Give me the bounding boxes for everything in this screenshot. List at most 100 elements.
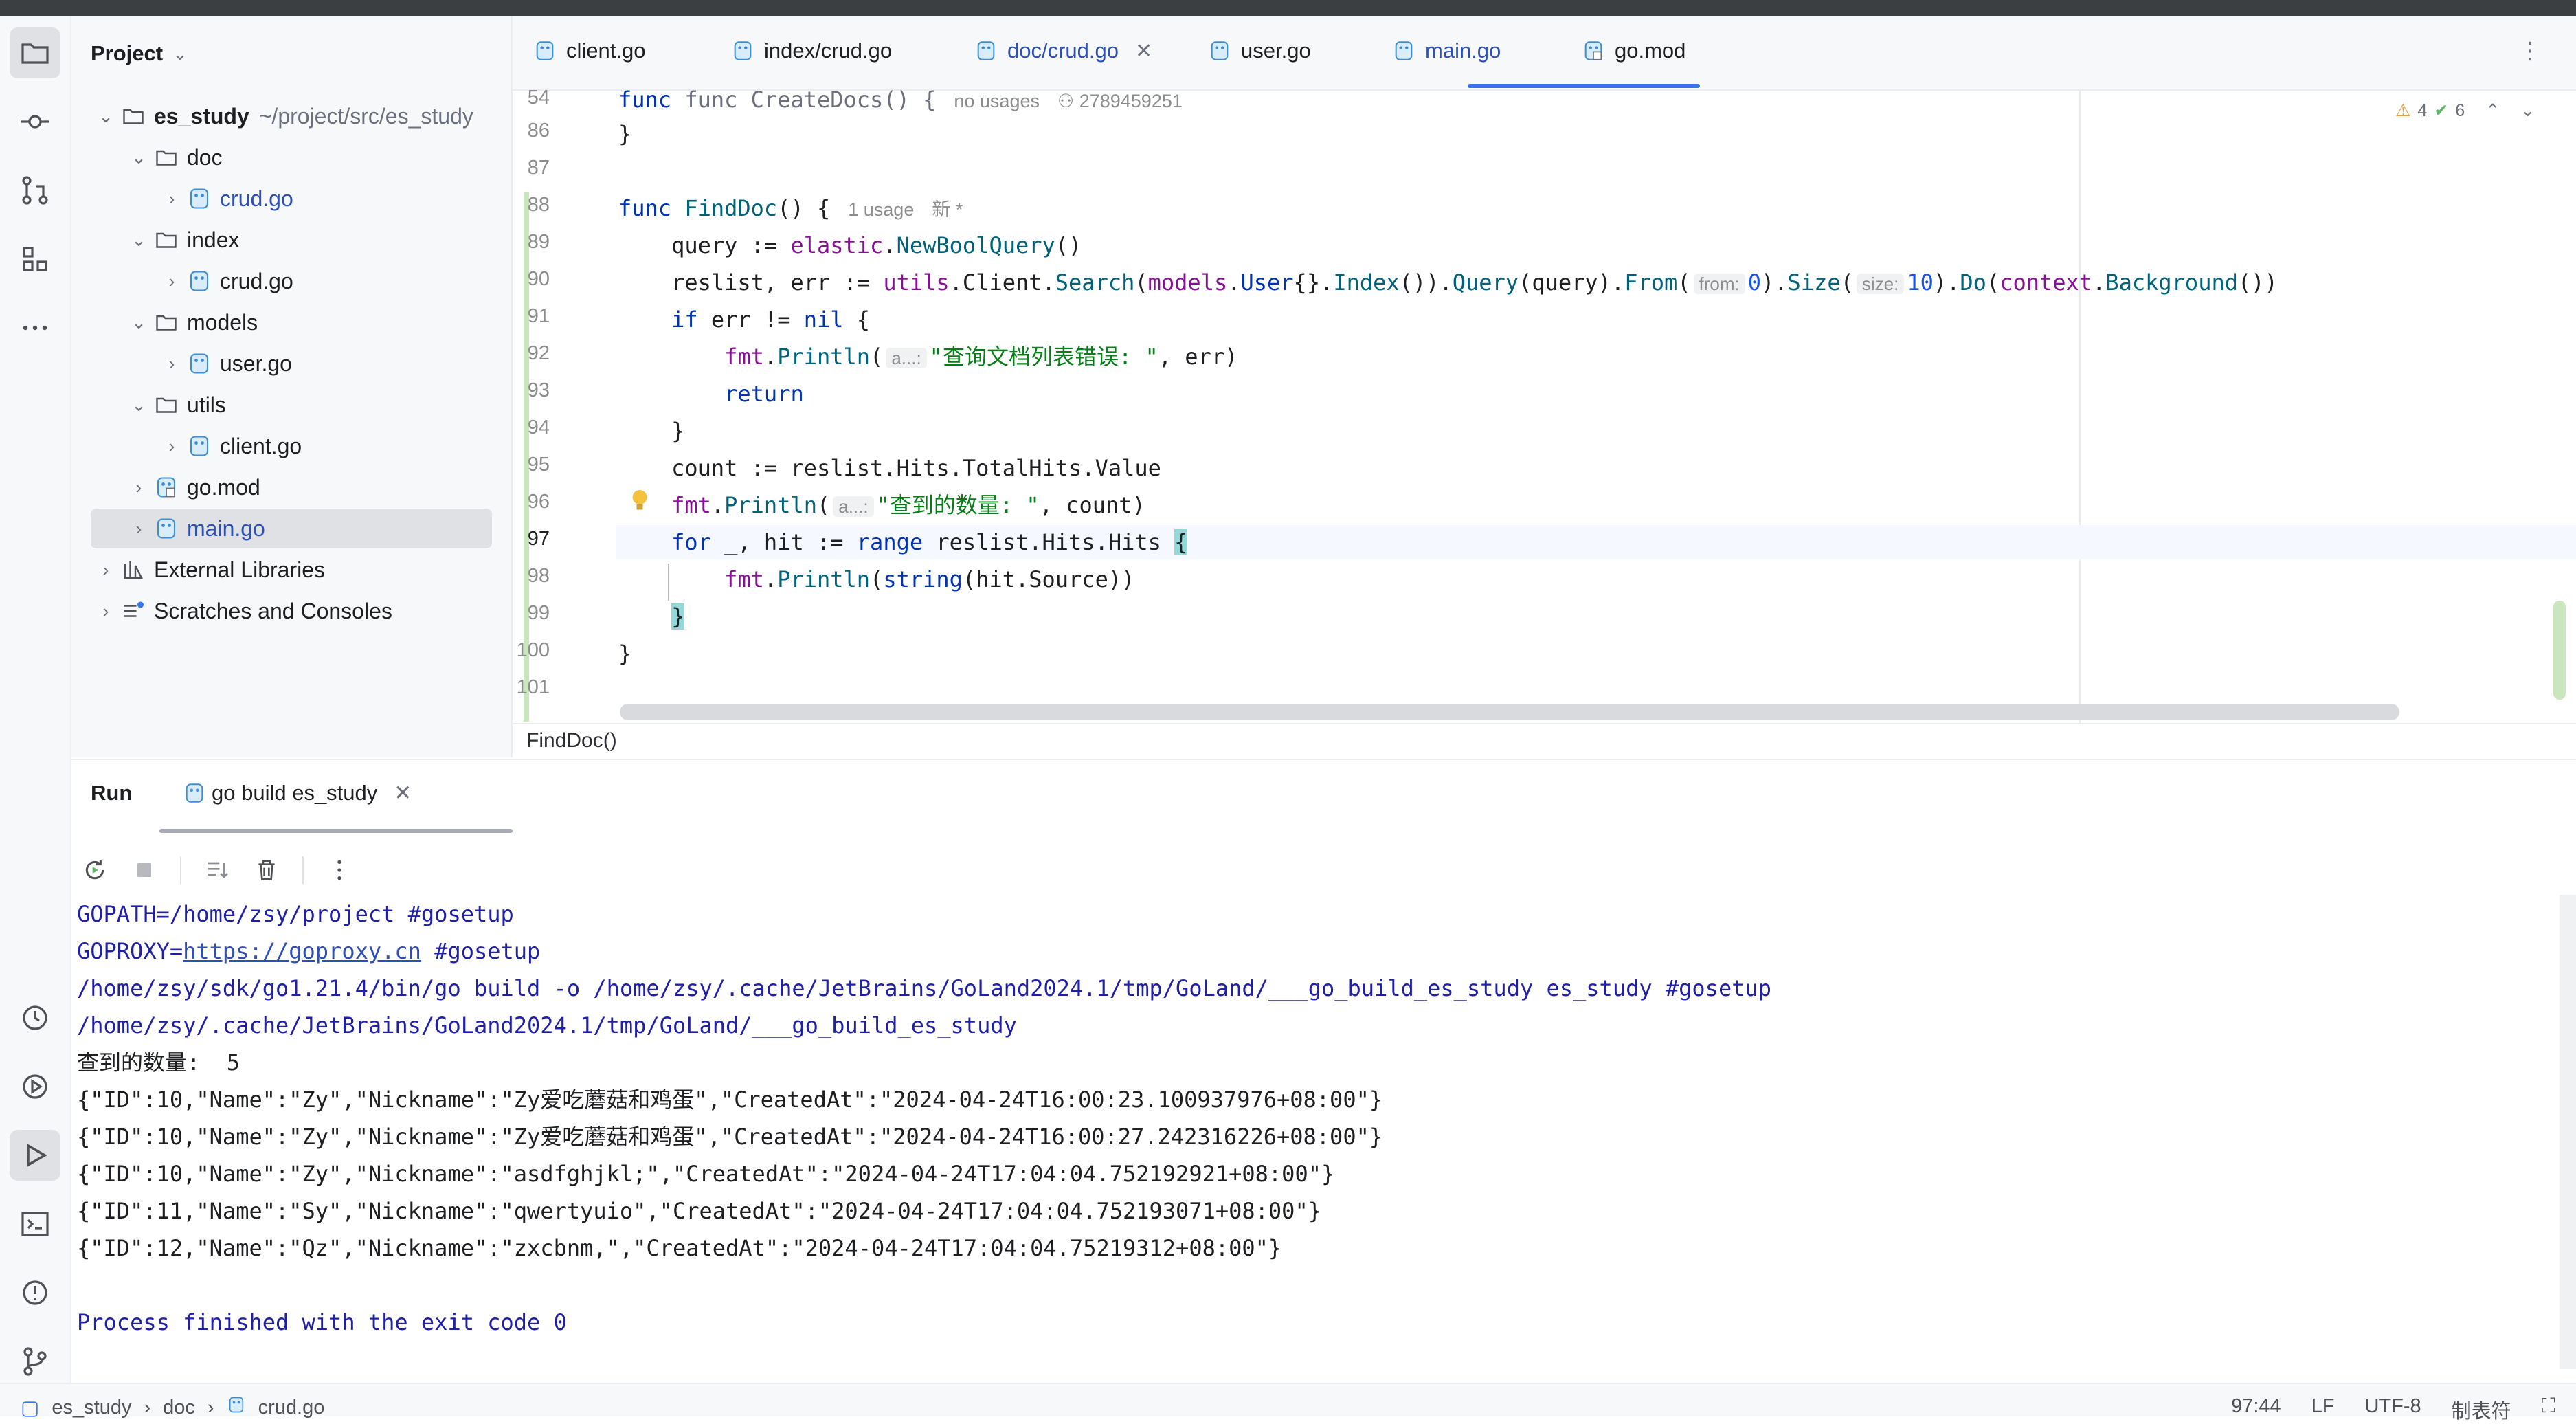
- chevron-down-icon[interactable]: ⌄: [2520, 100, 2535, 121]
- scroll-to-end-icon[interactable]: [203, 856, 231, 884]
- tool-window-strip: [0, 16, 71, 1399]
- tree-item-go-mod[interactable]: › go.mod: [125, 467, 525, 507]
- go-file-icon: [977, 41, 995, 60]
- trash-icon[interactable]: [253, 856, 280, 884]
- line-number: 54: [527, 87, 550, 109]
- code-line-90: reslist, err := utils.Client.Search(mode…: [618, 269, 2278, 296]
- code-editor[interactable]: 54 86 87 88 89 90 91 92 93 94 95 96 97 9…: [513, 87, 2576, 723]
- go-mod-icon: [1584, 41, 1602, 60]
- chevron-up-icon[interactable]: ⌃: [2485, 100, 2500, 121]
- library-icon: [120, 556, 147, 583]
- run-tool-button[interactable]: [10, 1130, 60, 1181]
- more-vertical-icon[interactable]: ⋮: [2518, 37, 2542, 65]
- console-line: {"ID":12,"Name":"Qz","Nickname":"zxcbnm,…: [77, 1235, 1282, 1261]
- horizontal-scrollbar[interactable]: [620, 704, 2399, 720]
- project-tool-button[interactable]: [10, 27, 60, 78]
- git-tool-button[interactable]: [10, 1336, 60, 1387]
- code-line-99: }: [671, 603, 685, 630]
- status-crumb[interactable]: doc: [163, 1397, 195, 1419]
- project-panel: Project ⌄ ⌄ es_study ~/project/src/es_st…: [71, 16, 513, 757]
- sticky-line: func func CreateDocs() {no usages ⚇ 27894…: [618, 87, 1183, 113]
- line-number: 99: [527, 602, 550, 624]
- code-line-93: return: [724, 381, 804, 407]
- tree-item-scratches[interactable]: › Scratches and Consoles: [92, 591, 492, 631]
- go-file-icon: [153, 515, 180, 542]
- console-output[interactable]: GOPATH=/home/zsy/project #gosetup GOPROX…: [77, 896, 2564, 1377]
- pull-requests-tool-button[interactable]: [10, 165, 60, 216]
- tab-main-go[interactable]: main.go: [1392, 29, 1501, 73]
- inspection-widget[interactable]: ⚠ 4 ✔ 6 ⌃ ⌄: [2395, 100, 2535, 121]
- console-link[interactable]: https://goproxy.cn: [183, 938, 421, 964]
- terminal-tool-button[interactable]: [10, 1199, 60, 1249]
- tab-index-crud-go[interactable]: index/crud.go: [731, 29, 892, 73]
- console-scrollbar[interactable]: [2560, 895, 2576, 1369]
- warning-icon: ⚠: [2395, 101, 2411, 120]
- tree-item-index[interactable]: ⌄ index: [125, 220, 525, 260]
- code-breadcrumb[interactable]: FindDoc(): [513, 723, 2576, 757]
- line-number: 92: [527, 342, 550, 364]
- vertical-scrollbar[interactable]: [2553, 601, 2566, 700]
- file-encoding[interactable]: UTF-8: [2365, 1395, 2421, 1424]
- tree-item-main-go[interactable]: › main.go: [91, 509, 492, 548]
- tab-go-mod[interactable]: go.mod: [1582, 29, 1685, 73]
- more-tools-button[interactable]: [10, 302, 60, 353]
- caret-position[interactable]: 97:44: [2231, 1395, 2281, 1424]
- chevron-right-icon: ›: [102, 559, 109, 580]
- line-number: 95: [527, 454, 550, 476]
- tree-item-doc-crud-go[interactable]: › crud.go: [158, 179, 558, 219]
- debug-tool-button[interactable]: [10, 1061, 60, 1112]
- toolbar-separator: [180, 856, 181, 884]
- rerun-icon[interactable]: [81, 856, 109, 884]
- commit-icon: [21, 115, 49, 129]
- debug-icon: [23, 1074, 47, 1099]
- status-crumb[interactable]: es_study: [52, 1397, 131, 1419]
- console-text: GOPROXY=: [77, 938, 183, 964]
- line-number: 88: [527, 194, 550, 216]
- breadcrumb-function[interactable]: FindDoc(): [526, 729, 617, 753]
- number-literal: 0: [1747, 269, 1762, 296]
- lock-icon[interactable]: ⛶: [2542, 1395, 2555, 1424]
- tab-doc-crud-go[interactable]: doc/crud.go ✕: [974, 29, 1152, 73]
- tree-item-user-go[interactable]: › user.go: [158, 344, 558, 383]
- line-ending[interactable]: LF: [2311, 1395, 2335, 1424]
- status-crumb[interactable]: crud.go: [258, 1397, 325, 1419]
- project-panel-header[interactable]: Project ⌄: [91, 37, 188, 70]
- commit-tool-button[interactable]: [10, 96, 60, 147]
- tab-user-go[interactable]: user.go: [1208, 29, 1311, 73]
- more-vertical-icon[interactable]: [326, 856, 353, 884]
- line-number: 100: [516, 639, 550, 661]
- structure-tool-button[interactable]: [10, 234, 60, 285]
- code-line-86: }: [618, 121, 632, 147]
- tab-client-go[interactable]: client.go: [533, 29, 645, 73]
- tree-item-es-study[interactable]: ⌄ es_study ~/project/src/es_study: [92, 96, 492, 136]
- tree-item-label: es_study: [154, 103, 249, 129]
- active-tab-indicator: [1468, 84, 1700, 88]
- tree-item-index-crud-go[interactable]: › crud.go: [158, 261, 558, 301]
- status-bar: ▢ es_study › doc › crud.go 97:44 LF UTF-…: [0, 1383, 2576, 1423]
- console-text: #gosetup: [421, 938, 541, 964]
- close-tab-icon[interactable]: ✕: [394, 781, 412, 805]
- problems-tool-button[interactable]: [10, 1267, 60, 1318]
- tab-label: main.go: [1425, 38, 1501, 63]
- run-config-tab[interactable]: go build es_study ✕: [183, 781, 412, 805]
- tab-label: index/crud.go: [764, 38, 893, 63]
- tree-item-models[interactable]: ⌄ models: [125, 302, 525, 342]
- stop-icon[interactable]: [131, 856, 158, 884]
- services-tool-button[interactable]: [10, 992, 60, 1043]
- project-title: Project: [91, 41, 164, 65]
- tree-item-label: go.mod: [187, 474, 260, 500]
- string-literal: "查询文档列表错误: ": [929, 344, 1158, 370]
- run-panel-header: Run go build es_study ✕: [71, 760, 2576, 836]
- close-tab-icon[interactable]: ✕: [1135, 39, 1152, 63]
- code-line-95: count := reslist.Hits.TotalHits.Value: [618, 455, 1161, 481]
- problems-icon: [23, 1280, 47, 1305]
- tree-item-doc[interactable]: ⌄ doc: [125, 137, 525, 177]
- tree-item-client-go[interactable]: › client.go: [158, 426, 558, 466]
- console-line: Process finished with the exit code 0: [77, 1309, 567, 1335]
- param-hint: from:: [1693, 274, 1745, 294]
- chevron-right-icon: ›: [168, 435, 175, 456]
- indent-setting[interactable]: 制表符: [2452, 1395, 2511, 1424]
- tree-item-utils[interactable]: ⌄ utils: [125, 385, 525, 425]
- tree-item-external-libraries[interactable]: › External Libraries: [92, 550, 492, 590]
- author-hint: 新 *: [932, 199, 963, 220]
